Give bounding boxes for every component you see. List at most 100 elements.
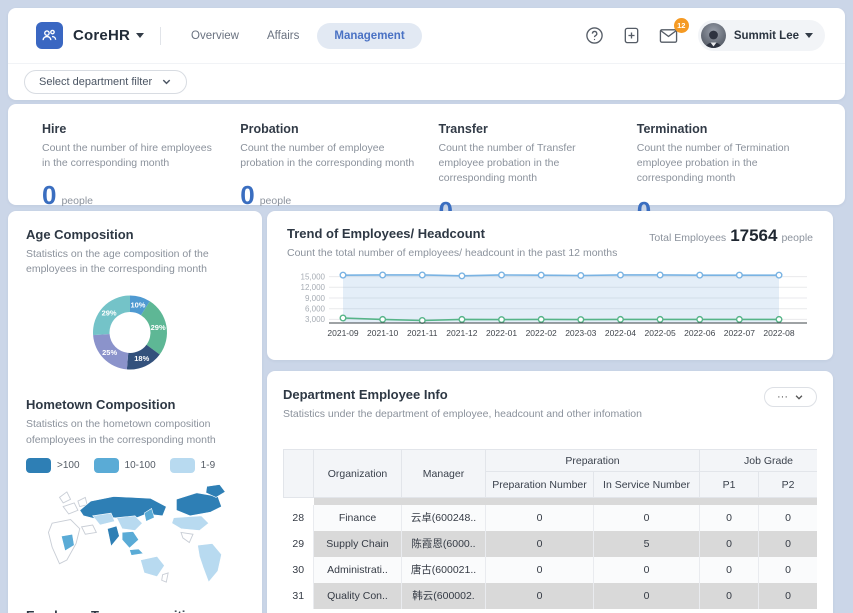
donut-slice-label: 10% bbox=[130, 301, 145, 310]
data-point bbox=[380, 317, 386, 323]
cell-value: 0 bbox=[700, 583, 759, 609]
donut-slice-label: 18% bbox=[134, 355, 149, 364]
mail-icon[interactable]: 12 bbox=[658, 25, 680, 47]
corehr-logo-icon bbox=[36, 22, 63, 49]
cell-value: 0 bbox=[700, 505, 759, 531]
table-row: 31Quality Con..韩云(600002.0000 bbox=[284, 583, 818, 609]
cell-organization: Quality Con.. bbox=[314, 583, 402, 609]
stat-desc: Count the number of Termination employee… bbox=[637, 141, 811, 187]
total-employees-value: 17564 bbox=[730, 226, 777, 246]
area-fill bbox=[343, 275, 779, 323]
group-preparation: Preparation bbox=[486, 450, 700, 472]
cell-value: 0 bbox=[594, 557, 700, 583]
data-point bbox=[776, 272, 782, 278]
hometown-composition-desc: Statistics on the hometown composition o… bbox=[26, 417, 244, 447]
top-band: CoreHR Overview Affairs Management 12 bbox=[8, 8, 845, 100]
cell-value: 0 bbox=[486, 557, 594, 583]
user-caret-icon bbox=[805, 33, 813, 38]
brand-title: CoreHR bbox=[73, 27, 130, 44]
trend-title: Trend of Employees/ Headcount bbox=[287, 226, 617, 241]
data-point bbox=[419, 272, 425, 278]
cell-rownum: 30 bbox=[284, 557, 314, 583]
x-tick-label: 2022-02 bbox=[526, 328, 557, 338]
cell-manager: 陈霞恩(6000.. bbox=[402, 531, 486, 557]
stat-desc: Count the number of Transfer employee pr… bbox=[439, 141, 613, 187]
hometown-composition-title: Hometown Composition bbox=[26, 397, 244, 412]
stat-unit: people bbox=[61, 195, 93, 207]
cell-manager: 韩云(600002. bbox=[402, 583, 486, 609]
main-nav: Overview Affairs Management bbox=[181, 23, 422, 49]
y-tick-label: 12,000 bbox=[301, 283, 326, 292]
x-tick-label: 2021-11 bbox=[407, 328, 438, 338]
table-row-partial bbox=[284, 498, 818, 505]
stat-probation: ProbationCount the number of employee pr… bbox=[228, 104, 426, 205]
user-menu[interactable]: Summit Lee bbox=[698, 20, 825, 51]
legend-swatch bbox=[170, 458, 195, 473]
col-manager: Manager bbox=[402, 450, 486, 498]
composition-panel: Age Composition Statistics on the age co… bbox=[8, 211, 262, 613]
x-tick-label: 2021-12 bbox=[446, 328, 477, 338]
x-tick-label: 2022-08 bbox=[763, 328, 794, 338]
avatar bbox=[701, 23, 726, 48]
nav-item-affairs[interactable]: Affairs bbox=[257, 24, 309, 48]
cell-value: 0 bbox=[594, 583, 700, 609]
col-in-service-number: In Service Number bbox=[594, 472, 700, 498]
donut-slice-label: 29% bbox=[151, 323, 166, 332]
data-point bbox=[737, 272, 743, 278]
x-tick-label: 2022-04 bbox=[605, 328, 636, 338]
trend-panel: Trend of Employees/ Headcount Count the … bbox=[267, 211, 833, 360]
data-point bbox=[459, 317, 465, 323]
app-header: CoreHR Overview Affairs Management 12 bbox=[8, 8, 845, 64]
corehr-dashboard: { "nav": { "brand": "CoreHR", "items": [… bbox=[0, 0, 853, 613]
legend-label: 10-100 bbox=[125, 460, 156, 471]
stats-band: HireCount the number of hire employees i… bbox=[8, 104, 845, 205]
new-document-icon[interactable] bbox=[621, 25, 643, 47]
cell-value: 0 bbox=[486, 583, 594, 609]
more-options-button[interactable]: ··· bbox=[764, 387, 817, 407]
chevron-down-icon bbox=[794, 392, 804, 402]
series-line-employees bbox=[343, 275, 779, 276]
age-composition-desc: Statistics on the age composition of the… bbox=[26, 247, 231, 277]
x-tick-label: 2022-06 bbox=[684, 328, 715, 338]
legend-item: 10-100 bbox=[94, 458, 156, 473]
nav-item-overview[interactable]: Overview bbox=[181, 24, 249, 48]
donut-slice-label: 25% bbox=[102, 349, 117, 358]
data-point bbox=[697, 317, 703, 323]
col-preparation-number: Preparation Number bbox=[486, 472, 594, 498]
data-point bbox=[538, 272, 544, 278]
age-composition-section: Age Composition Statistics on the age co… bbox=[26, 227, 244, 389]
department-desc: Statistics under the department of emplo… bbox=[283, 407, 642, 422]
data-point bbox=[657, 317, 663, 323]
cell-organization: Finance bbox=[314, 505, 402, 531]
help-icon[interactable] bbox=[584, 25, 606, 47]
stat-value: 0 bbox=[42, 180, 56, 211]
col-p1: P1 bbox=[700, 472, 759, 498]
data-point bbox=[499, 272, 505, 278]
nav-item-management[interactable]: Management bbox=[317, 23, 421, 49]
chevron-down-icon bbox=[161, 76, 172, 87]
department-title: Department Employee Info bbox=[283, 387, 642, 402]
department-filter-select[interactable]: Select department filter bbox=[24, 70, 187, 94]
legend-item: 1-9 bbox=[170, 458, 215, 473]
data-point bbox=[618, 317, 624, 323]
trend-line-chart: 3,0006,0009,00012,00015,0002021-092021-1… bbox=[279, 263, 819, 353]
y-tick-label: 3,000 bbox=[305, 315, 326, 324]
stat-termination: TerminationCount the number of Terminati… bbox=[625, 104, 823, 205]
x-tick-label: 2023-03 bbox=[565, 328, 596, 338]
stat-hire: HireCount the number of hire employees i… bbox=[30, 104, 228, 205]
y-tick-label: 15,000 bbox=[301, 272, 326, 281]
world-map bbox=[26, 479, 244, 595]
stat-value: 0 bbox=[240, 180, 254, 211]
ellipsis-icon: ··· bbox=[777, 392, 788, 402]
col-p2: P2 bbox=[759, 472, 817, 498]
cell-value: 0 bbox=[700, 531, 759, 557]
legend-label: >100 bbox=[57, 460, 80, 471]
stat-desc: Count the number of hire employees in th… bbox=[42, 141, 216, 171]
legend-item: >100 bbox=[26, 458, 80, 473]
hometown-composition-section: Hometown Composition Statistics on the h… bbox=[26, 397, 244, 599]
cell-value: 5 bbox=[594, 531, 700, 557]
table-row: 28Finance云卓(600248..0000 bbox=[284, 505, 818, 531]
data-point bbox=[578, 317, 584, 323]
brand-menu[interactable]: CoreHR bbox=[63, 27, 144, 44]
cell-value: 0 bbox=[486, 531, 594, 557]
